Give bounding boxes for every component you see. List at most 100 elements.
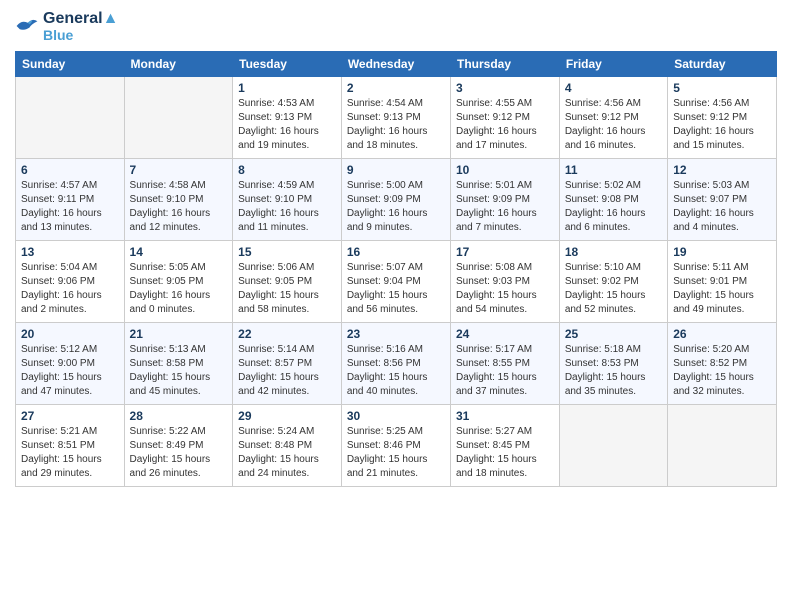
day-info: Sunrise: 5:20 AM Sunset: 8:52 PM Dayligh… bbox=[673, 343, 771, 399]
day-info: Sunrise: 5:13 AM Sunset: 8:58 PM Dayligh… bbox=[130, 343, 228, 399]
col-tuesday: Tuesday bbox=[233, 51, 342, 76]
header: General▲ Blue bbox=[15, 10, 777, 43]
day-info: Sunrise: 4:53 AM Sunset: 9:13 PM Dayligh… bbox=[238, 97, 336, 153]
day-info: Sunrise: 5:21 AM Sunset: 8:51 PM Dayligh… bbox=[21, 425, 119, 481]
calendar-cell: 27 Sunrise: 5:21 AM Sunset: 8:51 PM Dayli… bbox=[16, 404, 125, 486]
day-info: Sunrise: 5:01 AM Sunset: 9:09 PM Dayligh… bbox=[456, 179, 554, 235]
calendar-cell: 12 Sunrise: 5:03 AM Sunset: 9:07 PM Dayli… bbox=[668, 158, 777, 240]
calendar-cell: 15Sunrise: 5:06 AM Sunset: 9:05 PM Dayli… bbox=[233, 240, 342, 322]
col-sunday: Sunday bbox=[16, 51, 125, 76]
day-info: Sunrise: 5:16 AM Sunset: 8:56 PM Dayligh… bbox=[347, 343, 445, 399]
calendar-week-4: 20 Sunrise: 5:12 AM Sunset: 9:00 PM Dayli… bbox=[16, 322, 777, 404]
day-number: 10 bbox=[456, 163, 554, 177]
calendar-cell: 3 Sunrise: 4:55 AM Sunset: 9:12 PM Daylig… bbox=[450, 76, 559, 158]
day-number: 24 bbox=[456, 327, 554, 341]
calendar-cell: 23 Sunrise: 5:16 AM Sunset: 8:56 PM Dayli… bbox=[341, 322, 450, 404]
day-number: 28 bbox=[130, 409, 228, 423]
day-number: 6 bbox=[21, 163, 119, 177]
calendar-cell: 7 Sunrise: 4:58 AM Sunset: 9:10 PM Daylig… bbox=[124, 158, 233, 240]
day-info: Sunrise: 5:00 AM Sunset: 9:09 PM Dayligh… bbox=[347, 179, 445, 235]
calendar-cell: 1 Sunrise: 4:53 AM Sunset: 9:13 PM Daylig… bbox=[233, 76, 342, 158]
day-info: Sunrise: 4:58 AM Sunset: 9:10 PM Dayligh… bbox=[130, 179, 228, 235]
day-number: 13 bbox=[21, 245, 119, 259]
day-number: 1 bbox=[238, 81, 336, 95]
calendar-cell: 4 Sunrise: 4:56 AM Sunset: 9:12 PM Daylig… bbox=[559, 76, 667, 158]
calendar-header-row: Sunday Monday Tuesday Wednesday Thursday… bbox=[16, 51, 777, 76]
calendar-cell: 26Sunrise: 5:20 AM Sunset: 8:52 PM Dayli… bbox=[668, 322, 777, 404]
day-info: Sunrise: 4:55 AM Sunset: 9:12 PM Dayligh… bbox=[456, 97, 554, 153]
day-number: 12 bbox=[673, 163, 771, 177]
calendar-cell: 5Sunrise: 4:56 AM Sunset: 9:12 PM Daylig… bbox=[668, 76, 777, 158]
calendar-cell: 28 Sunrise: 5:22 AM Sunset: 8:49 PM Dayli… bbox=[124, 404, 233, 486]
day-info: Sunrise: 5:12 AM Sunset: 9:00 PM Dayligh… bbox=[21, 343, 119, 399]
calendar-cell: 18 Sunrise: 5:10 AM Sunset: 9:02 PM Dayli… bbox=[559, 240, 667, 322]
calendar-cell: 16Sunrise: 5:07 AM Sunset: 9:04 PM Dayli… bbox=[341, 240, 450, 322]
calendar-cell: 8Sunrise: 4:59 AM Sunset: 9:10 PM Daylig… bbox=[233, 158, 342, 240]
calendar-week-5: 27 Sunrise: 5:21 AM Sunset: 8:51 PM Dayli… bbox=[16, 404, 777, 486]
day-info: Sunrise: 5:17 AM Sunset: 8:55 PM Dayligh… bbox=[456, 343, 554, 399]
calendar-cell: 13 Sunrise: 5:04 AM Sunset: 9:06 PM Dayli… bbox=[16, 240, 125, 322]
day-info: Sunrise: 5:27 AM Sunset: 8:45 PM Dayligh… bbox=[456, 425, 554, 481]
day-number: 29 bbox=[238, 409, 336, 423]
calendar-cell bbox=[668, 404, 777, 486]
calendar-cell: 2 Sunrise: 4:54 AM Sunset: 9:13 PM Daylig… bbox=[341, 76, 450, 158]
day-number: 15 bbox=[238, 245, 336, 259]
col-monday: Monday bbox=[124, 51, 233, 76]
col-friday: Friday bbox=[559, 51, 667, 76]
logo-text: General▲ Blue bbox=[43, 10, 118, 43]
calendar-cell: 17Sunrise: 5:08 AM Sunset: 9:03 PM Dayli… bbox=[450, 240, 559, 322]
day-info: Sunrise: 5:10 AM Sunset: 9:02 PM Dayligh… bbox=[565, 261, 662, 317]
page-container: General▲ Blue Sunday Monday Tuesday Wedn… bbox=[0, 0, 792, 497]
day-info: Sunrise: 4:54 AM Sunset: 9:13 PM Dayligh… bbox=[347, 97, 445, 153]
calendar-week-2: 6 Sunrise: 4:57 AM Sunset: 9:11 PM Daylig… bbox=[16, 158, 777, 240]
day-number: 21 bbox=[130, 327, 228, 341]
day-info: Sunrise: 4:59 AM Sunset: 9:10 PM Dayligh… bbox=[238, 179, 336, 235]
col-wednesday: Wednesday bbox=[341, 51, 450, 76]
calendar-week-1: 1 Sunrise: 4:53 AM Sunset: 9:13 PM Daylig… bbox=[16, 76, 777, 158]
day-number: 2 bbox=[347, 81, 445, 95]
day-info: Sunrise: 5:24 AM Sunset: 8:48 PM Dayligh… bbox=[238, 425, 336, 481]
day-number: 25 bbox=[565, 327, 662, 341]
calendar-cell bbox=[16, 76, 125, 158]
day-number: 23 bbox=[347, 327, 445, 341]
day-info: Sunrise: 5:02 AM Sunset: 9:08 PM Dayligh… bbox=[565, 179, 662, 235]
day-info: Sunrise: 5:04 AM Sunset: 9:06 PM Dayligh… bbox=[21, 261, 119, 317]
calendar-cell: 9Sunrise: 5:00 AM Sunset: 9:09 PM Daylig… bbox=[341, 158, 450, 240]
day-number: 20 bbox=[21, 327, 119, 341]
day-info: Sunrise: 4:56 AM Sunset: 9:12 PM Dayligh… bbox=[565, 97, 662, 153]
day-number: 27 bbox=[21, 409, 119, 423]
calendar-cell: 21 Sunrise: 5:13 AM Sunset: 8:58 PM Dayli… bbox=[124, 322, 233, 404]
calendar-cell bbox=[559, 404, 667, 486]
day-info: Sunrise: 5:22 AM Sunset: 8:49 PM Dayligh… bbox=[130, 425, 228, 481]
calendar-cell: 6 Sunrise: 4:57 AM Sunset: 9:11 PM Daylig… bbox=[16, 158, 125, 240]
day-number: 4 bbox=[565, 81, 662, 95]
day-info: Sunrise: 5:03 AM Sunset: 9:07 PM Dayligh… bbox=[673, 179, 771, 235]
day-number: 19 bbox=[673, 245, 771, 259]
day-number: 17 bbox=[456, 245, 554, 259]
logo-icon bbox=[15, 16, 39, 36]
day-info: Sunrise: 4:57 AM Sunset: 9:11 PM Dayligh… bbox=[21, 179, 119, 235]
day-number: 11 bbox=[565, 163, 662, 177]
calendar-cell: 31 Sunrise: 5:27 AM Sunset: 8:45 PM Dayli… bbox=[450, 404, 559, 486]
calendar-cell: 10 Sunrise: 5:01 AM Sunset: 9:09 PM Dayli… bbox=[450, 158, 559, 240]
day-info: Sunrise: 5:18 AM Sunset: 8:53 PM Dayligh… bbox=[565, 343, 662, 399]
logo: General▲ Blue bbox=[15, 10, 118, 43]
day-info: Sunrise: 5:07 AM Sunset: 9:04 PM Dayligh… bbox=[347, 261, 445, 317]
day-info: Sunrise: 4:56 AM Sunset: 9:12 PM Dayligh… bbox=[673, 97, 771, 153]
day-number: 31 bbox=[456, 409, 554, 423]
calendar-cell: 11 Sunrise: 5:02 AM Sunset: 9:08 PM Dayli… bbox=[559, 158, 667, 240]
day-number: 7 bbox=[130, 163, 228, 177]
day-number: 18 bbox=[565, 245, 662, 259]
calendar-week-3: 13 Sunrise: 5:04 AM Sunset: 9:06 PM Dayli… bbox=[16, 240, 777, 322]
calendar-cell: 14 Sunrise: 5:05 AM Sunset: 9:05 PM Dayli… bbox=[124, 240, 233, 322]
day-number: 14 bbox=[130, 245, 228, 259]
day-info: Sunrise: 5:25 AM Sunset: 8:46 PM Dayligh… bbox=[347, 425, 445, 481]
day-info: Sunrise: 5:05 AM Sunset: 9:05 PM Dayligh… bbox=[130, 261, 228, 317]
calendar-cell: 19Sunrise: 5:11 AM Sunset: 9:01 PM Dayli… bbox=[668, 240, 777, 322]
day-number: 22 bbox=[238, 327, 336, 341]
col-thursday: Thursday bbox=[450, 51, 559, 76]
calendar-cell: 22Sunrise: 5:14 AM Sunset: 8:57 PM Dayli… bbox=[233, 322, 342, 404]
day-number: 3 bbox=[456, 81, 554, 95]
day-number: 30 bbox=[347, 409, 445, 423]
calendar-cell bbox=[124, 76, 233, 158]
